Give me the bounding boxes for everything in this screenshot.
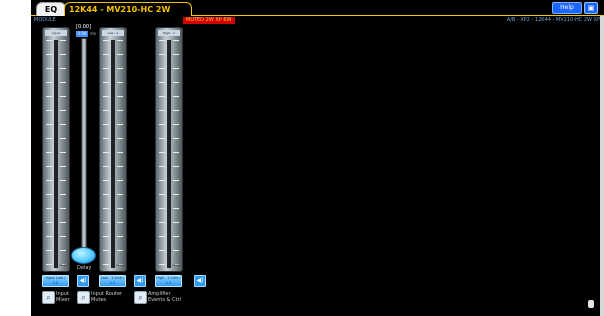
module-label: MODULE xyxy=(34,17,56,23)
strip-foot: Mute xyxy=(116,263,124,267)
delay-slider-track[interactable] xyxy=(81,38,87,256)
main-panel: MODULE MUTED 2W XP 6W A/B - XP2 - 12K44 … xyxy=(31,16,604,316)
app-window: EQ 12K44 - MV210-HC 2W XP Help ▣ MODULE … xyxy=(0,0,604,316)
fader-scale xyxy=(60,40,66,268)
left-margin xyxy=(0,0,31,316)
nav-sublabel: Events & Ctrl xyxy=(148,297,181,303)
strip-cap: Low - 1 xyxy=(102,30,124,36)
speaker-icon[interactable]: ◀) xyxy=(77,275,89,287)
input-fader-strip[interactable]: Input Mute xyxy=(42,27,70,272)
high-channel-button[interactable]: High - 1 Line / 1.2 xyxy=(155,275,182,287)
delay-readout: [0.00] xyxy=(76,24,92,30)
high-fader-strip[interactable]: High - 1 Mute xyxy=(155,27,183,272)
strip-foot: Mute xyxy=(172,263,180,267)
fader-track[interactable] xyxy=(167,40,171,268)
fader-track[interactable] xyxy=(111,40,115,268)
speaker-icon[interactable]: ◀) xyxy=(194,275,206,287)
input-channel-button[interactable]: Input Line / 1.2 xyxy=(42,275,69,287)
magnifier-icon: ⌕ xyxy=(134,291,147,304)
fader-scale xyxy=(46,40,52,268)
strip-cap: High - 1 xyxy=(158,30,180,36)
fader-track[interactable] xyxy=(54,40,58,268)
scrollbar[interactable] xyxy=(600,16,604,316)
breadcrumb: A/B - XP2 - 12K44 - MV210-HC 2W XP xyxy=(506,17,600,23)
nav-sublabel: Mutes xyxy=(91,297,107,303)
tab-device[interactable]: 12K44 - MV210-HC 2W XP xyxy=(64,2,192,27)
speaker-icon[interactable]: ◀) xyxy=(134,275,146,287)
low-channel-button[interactable]: Low - 1 Line / 1.2 xyxy=(99,275,126,287)
tab-eq[interactable]: EQ xyxy=(36,2,66,16)
fader-scale xyxy=(103,40,109,268)
lock-icon xyxy=(588,300,594,308)
strip-foot: Mute xyxy=(59,263,67,267)
delay-slider-knob[interactable] xyxy=(71,247,96,264)
fader-scale xyxy=(117,40,123,268)
status-badge: MUTED 2W XP 6W xyxy=(183,17,235,24)
magnifier-icon: ⌕ xyxy=(77,291,90,304)
tab-bar: EQ 12K44 - MV210-HC 2W XP Help ▣ xyxy=(31,0,604,27)
help-button[interactable]: Help xyxy=(552,2,582,14)
delay-label: Delay xyxy=(77,265,92,271)
delay-unit: ms xyxy=(90,31,96,36)
fader-scale xyxy=(159,40,165,268)
fader-scale xyxy=(173,40,179,268)
delay-value-field[interactable]: 0.00 xyxy=(76,31,88,37)
window-icon[interactable]: ▣ xyxy=(584,2,598,14)
strip-cap: Input xyxy=(45,30,67,36)
low-fader-strip[interactable]: Low - 1 Mute xyxy=(99,27,127,272)
magnifier-icon: ⌕ xyxy=(42,291,55,304)
